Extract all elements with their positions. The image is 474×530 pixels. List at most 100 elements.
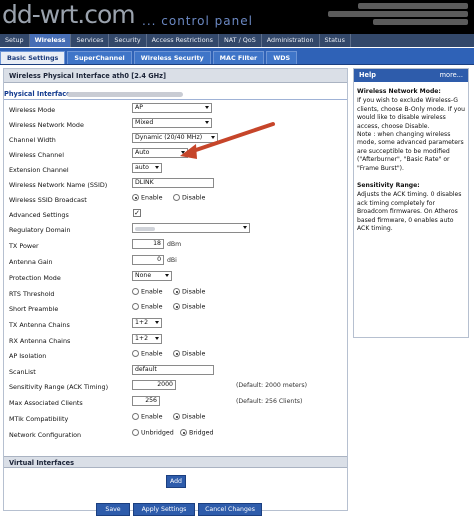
label-short-preamble: Short Preamble bbox=[9, 305, 59, 313]
subtab-wds[interactable]: WDS bbox=[266, 51, 298, 64]
option-label: Enable bbox=[141, 194, 163, 202]
subtab-mac-filter[interactable]: MAC Filter bbox=[212, 51, 265, 64]
advanced-settings-checkbox[interactable]: ✓ bbox=[133, 209, 141, 217]
option-label: Enable bbox=[141, 350, 163, 358]
label-network-mode: Wireless Network Mode bbox=[9, 121, 84, 129]
extension-channel-select[interactable]: auto bbox=[132, 163, 162, 173]
subtab-wireless-security[interactable]: Wireless Security bbox=[133, 51, 211, 64]
option-label: Bridged bbox=[189, 429, 214, 437]
label-rts-threshold: RTS Threshold bbox=[9, 290, 55, 298]
option-label: Disable bbox=[182, 288, 206, 296]
radio-icon bbox=[173, 194, 180, 201]
option-label: Disable bbox=[182, 350, 206, 358]
label-wireless-channel: Wireless Channel bbox=[9, 151, 65, 159]
row-mtik: MTik Compatibility Enable Disable bbox=[9, 412, 344, 426]
channel-width-select[interactable]: Dynamic (20/40 MHz) bbox=[132, 133, 218, 143]
isolation-enable[interactable]: Enable bbox=[132, 350, 162, 358]
help-more-link[interactable]: more... bbox=[440, 69, 463, 82]
row-ssid: Wireless Network Name (SSID) DLINK bbox=[9, 178, 344, 192]
ssid-input[interactable]: DLINK bbox=[132, 178, 214, 188]
rts-enable[interactable]: Enable bbox=[132, 288, 162, 296]
radio-icon bbox=[132, 194, 139, 201]
net-bridged[interactable]: Bridged bbox=[180, 429, 214, 437]
router-info-blurred bbox=[318, 3, 468, 27]
label-ssid-broadcast: Wireless SSID Broadcast bbox=[9, 196, 87, 204]
preamble-enable[interactable]: Enable bbox=[132, 303, 162, 311]
help-panel: Help more... Wireless Network Mode: If y… bbox=[353, 68, 469, 338]
label-regulatory-domain: Regulatory Domain bbox=[9, 226, 71, 234]
max-clients-hint: (Default: 256 Clients) bbox=[236, 398, 303, 405]
tab-nat-qos[interactable]: NAT / QoS bbox=[219, 34, 262, 47]
row-channel-width: Channel Width Dynamic (20/40 MHz) bbox=[9, 133, 344, 147]
select-value: Auto bbox=[135, 149, 150, 156]
label-tx-chains: TX Antenna Chains bbox=[9, 321, 70, 329]
help-header: Help more... bbox=[354, 69, 468, 82]
net-unbridged[interactable]: Unbridged bbox=[132, 429, 174, 437]
row-network-mode: Wireless Network Mode Mixed bbox=[9, 118, 344, 132]
chevron-down-icon bbox=[205, 121, 209, 124]
tab-wireless[interactable]: Wireless bbox=[29, 34, 72, 47]
row-ssid-broadcast: Wireless SSID Broadcast Enable Disable bbox=[9, 193, 344, 207]
chevron-down-icon bbox=[155, 166, 159, 169]
wireless-mode-select[interactable]: AP bbox=[132, 103, 212, 113]
save-button[interactable]: Save bbox=[96, 503, 130, 516]
tab-services[interactable]: Services bbox=[71, 34, 110, 47]
unit-dbi: dBi bbox=[167, 257, 177, 264]
regulatory-domain-select[interactable] bbox=[132, 223, 250, 233]
add-button[interactable]: Add bbox=[166, 475, 186, 488]
apply-settings-button[interactable]: Apply Settings bbox=[133, 503, 195, 516]
protection-mode-select[interactable]: None bbox=[132, 271, 172, 281]
chevron-down-icon bbox=[165, 274, 169, 277]
row-network-config: Network Configuration Unbridged Bridged bbox=[9, 428, 344, 442]
option-label: Disable bbox=[182, 303, 206, 311]
cancel-changes-button[interactable]: Cancel Changes bbox=[198, 503, 262, 516]
blurred-mac bbox=[67, 92, 183, 97]
label-extension-channel: Extension Channel bbox=[9, 166, 69, 174]
physical-interface-label: Physical Interface bbox=[4, 90, 71, 98]
isolation-disable[interactable]: Disable bbox=[173, 350, 205, 358]
mtik-enable[interactable]: Enable bbox=[132, 413, 162, 421]
chevron-down-icon bbox=[205, 106, 209, 109]
mtik-disable[interactable]: Disable bbox=[173, 413, 205, 421]
rx-chains-select[interactable]: 1+2 bbox=[132, 334, 162, 344]
option-label: Enable bbox=[141, 413, 163, 421]
label-tx-power: TX Power bbox=[9, 242, 39, 250]
blurred-value bbox=[135, 227, 155, 231]
label-sensitivity: Sensitivity Range (ACK Timing) bbox=[9, 383, 109, 391]
tx-power-input[interactable]: 18 bbox=[132, 239, 164, 249]
option-label: Enable bbox=[141, 288, 163, 296]
tab-administration[interactable]: Administration bbox=[262, 34, 320, 47]
tx-chains-select[interactable]: 1+2 bbox=[132, 318, 162, 328]
tab-security[interactable]: Security bbox=[109, 34, 147, 47]
subtab-basic-settings[interactable]: Basic Settings bbox=[0, 51, 66, 64]
row-wireless-channel: Wireless Channel Auto bbox=[9, 148, 344, 162]
ssid-broadcast-disable[interactable]: Disable bbox=[173, 194, 205, 202]
physical-interface-header: Physical Interface bbox=[4, 89, 347, 100]
chevron-down-icon bbox=[155, 337, 159, 340]
antenna-gain-input[interactable]: 0 bbox=[132, 255, 164, 265]
row-advanced-settings: Advanced Settings ✓ bbox=[9, 208, 344, 222]
sensitivity-input[interactable]: 2000 bbox=[132, 380, 176, 390]
rts-disable[interactable]: Disable bbox=[173, 288, 205, 296]
label-max-clients: Max Associated Clients bbox=[9, 399, 83, 407]
row-sensitivity: Sensitivity Range (ACK Timing) 2000 (Def… bbox=[9, 380, 344, 394]
ssid-broadcast-enable[interactable]: Enable bbox=[132, 194, 162, 202]
main-tabs: Setup Wireless Services Security Access … bbox=[0, 34, 474, 47]
subtab-superchannel[interactable]: SuperChannel bbox=[67, 51, 132, 64]
option-label: Disable bbox=[182, 413, 206, 421]
tab-access-restrictions[interactable]: Access Restrictions bbox=[147, 34, 219, 47]
label-advanced-settings: Advanced Settings bbox=[9, 211, 69, 219]
wireless-channel-select[interactable]: Auto bbox=[132, 148, 188, 158]
row-ap-isolation: AP Isolation Enable Disable bbox=[9, 349, 344, 363]
tab-status[interactable]: Status bbox=[320, 34, 351, 47]
preamble-disable[interactable]: Disable bbox=[173, 303, 205, 311]
radio-icon bbox=[180, 429, 187, 436]
row-extension-channel: Extension Channel auto bbox=[9, 163, 344, 177]
tab-setup[interactable]: Setup bbox=[0, 34, 30, 47]
row-scanlist: ScanList default bbox=[9, 365, 344, 379]
help-body: Wireless Network Mode: If you wish to ex… bbox=[354, 82, 468, 234]
scanlist-input[interactable]: default bbox=[132, 365, 214, 375]
control-panel-title: ... control panel bbox=[142, 14, 253, 28]
max-clients-input[interactable]: 256 bbox=[132, 396, 160, 406]
network-mode-select[interactable]: Mixed bbox=[132, 118, 212, 128]
